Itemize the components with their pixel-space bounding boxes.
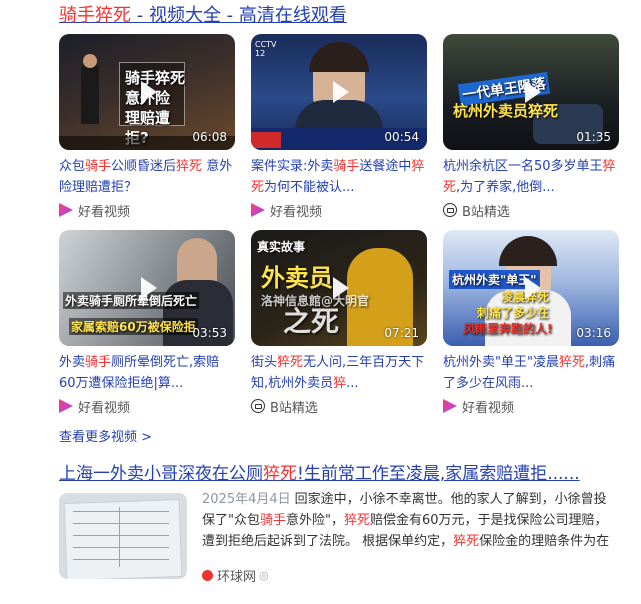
- thumb-overlay-text: 外卖骑手厕所晕倒后死亡: [63, 292, 200, 309]
- video-thumbnail[interactable]: 骑手猝死意外险理赔遭拒? 06:08: [59, 34, 235, 150]
- video-caption[interactable]: 杭州外卖"单王"凌晨猝死,刺痛了多少在风雨...: [443, 352, 619, 394]
- video-thumbnail[interactable]: 真实故事 外卖员 之死 洛神信息館@大明官 07:21: [251, 230, 427, 346]
- video-duration: 07:21: [384, 326, 419, 340]
- article-date: 2025年4月4日: [202, 492, 291, 507]
- video-card[interactable]: CCTV 12 00:54 案件实录:外卖骑手送餐途中猝死为何不能被认... 好…: [251, 34, 427, 220]
- video-duration: 03:16: [576, 326, 611, 340]
- thumb-overlay-text: 刺痛了多少在: [477, 306, 550, 320]
- video-card[interactable]: 外卖骑手厕所晕倒后死亡 家属索赔60万被保险拒 03:53 外卖骑手厕所晕倒死亡…: [59, 230, 235, 416]
- play-icon: [326, 275, 352, 301]
- video-caption[interactable]: 外卖骑手厕所晕倒死亡,索赔60万遭保险拒绝|算...: [59, 352, 235, 394]
- video-thumbnail[interactable]: 杭州外卖"单王" 凌晨猝死 刺痛了多少在 风雨里奔跑的人! 03:16: [443, 230, 619, 346]
- video-card[interactable]: 一代单王陨落 杭州外卖员猝死 01:35 杭州余杭区一名50多岁单王猝死,为了养…: [443, 34, 619, 220]
- video-duration: 03:53: [192, 326, 227, 340]
- video-caption[interactable]: 众包骑手公顺昏迷后猝死 意外险理赔遭拒？: [59, 156, 235, 198]
- play-icon: [518, 79, 544, 105]
- verified-icon: ◎: [259, 569, 269, 582]
- video-source: 好看视频: [443, 397, 619, 416]
- video-duration: 01:35: [576, 130, 611, 144]
- video-source: 好看视频: [251, 201, 427, 220]
- bilibili-icon: [251, 399, 265, 413]
- bilibili-icon: [443, 203, 457, 217]
- play-icon: [134, 275, 160, 301]
- haokan-icon: [59, 399, 73, 413]
- thumb-overlay-text: 外卖员: [261, 264, 333, 292]
- video-caption[interactable]: 街头猝死无人问,三年百万天下知,杭州外卖员猝...: [251, 352, 427, 394]
- video-source: B站精选: [251, 397, 427, 416]
- haokan-icon: [251, 203, 265, 217]
- thumb-overlay-text: 真实故事: [257, 240, 306, 254]
- article-source[interactable]: 环球网 ◎: [202, 566, 269, 585]
- thumb-overlay-text: 风雨里奔跑的人!: [463, 322, 553, 336]
- article-snippet: 2025年4月4日 回家途中，小徐不幸离世。他的家人了解到，小徐曾投保了"众包骑手…: [202, 492, 610, 549]
- video-source: 好看视频: [59, 397, 235, 416]
- result-title-link[interactable]: 骑手猝死 - 视频大全 - 高清在线观看: [59, 4, 347, 28]
- video-thumbnail[interactable]: CCTV 12 00:54: [251, 34, 427, 150]
- video-duration: 00:54: [384, 130, 419, 144]
- more-videos-link[interactable]: 查看更多视频 >: [59, 426, 152, 445]
- video-source: B站精选: [443, 201, 619, 220]
- play-icon: [326, 79, 352, 105]
- haokan-icon: [443, 399, 457, 413]
- video-card[interactable]: 骑手猝死意外险理赔遭拒? 06:08 众包骑手公顺昏迷后猝死 意外险理赔遭拒？ …: [59, 34, 235, 220]
- play-icon: [518, 275, 544, 301]
- video-thumbnail[interactable]: 一代单王陨落 杭州外卖员猝死 01:35: [443, 34, 619, 150]
- thumb-overlay-text: 家属索赔60万被保险拒: [69, 318, 198, 335]
- play-icon: [134, 79, 160, 105]
- video-caption[interactable]: 案件实录:外卖骑手送餐途中猝死为何不能被认...: [251, 156, 427, 198]
- video-card[interactable]: 真实故事 外卖员 之死 洛神信息館@大明官 07:21 街头猝死无人问,三年百万…: [251, 230, 427, 416]
- video-source: 好看视频: [59, 201, 235, 220]
- video-caption[interactable]: 杭州余杭区一名50多岁单王猝死,为了养家,他倒...: [443, 156, 619, 198]
- thumb-watermark: 洛神信息館@大明官: [261, 294, 370, 308]
- title-keyword: 骑手猝死: [59, 5, 131, 26]
- video-card[interactable]: 杭州外卖"单王" 凌晨猝死 刺痛了多少在 风雨里奔跑的人! 03:16 杭州外卖…: [443, 230, 619, 416]
- huanqiu-icon: [202, 570, 213, 581]
- article-title-link[interactable]: 上海一外卖小哥深夜在公厕猝死!生前常工作至凌晨,家属索赔遭拒......: [59, 463, 619, 485]
- cctv-logo: CCTV 12: [255, 40, 277, 58]
- video-duration: 06:08: [192, 130, 227, 144]
- article-thumbnail[interactable]: [59, 493, 187, 579]
- video-thumbnail[interactable]: 外卖骑手厕所晕倒后死亡 家属索赔60万被保险拒 03:53: [59, 230, 235, 346]
- haokan-icon: [59, 203, 73, 217]
- title-rest: - 视频大全 - 高清在线观看: [131, 5, 347, 26]
